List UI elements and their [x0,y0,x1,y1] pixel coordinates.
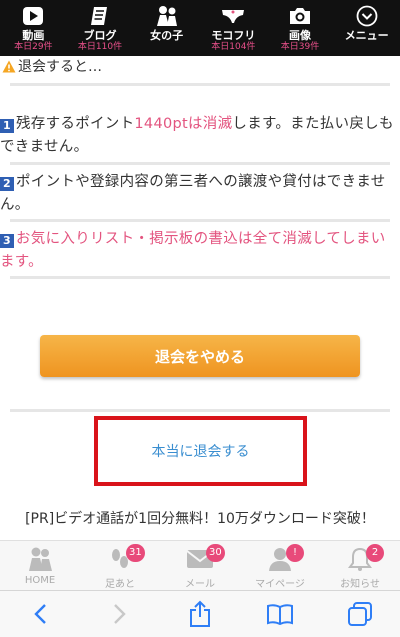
cancel-withdrawal-button[interactable]: 退会をやめる [40,335,360,377]
nav-item-menu[interactable]: メニュー [333,0,400,56]
tab-home[interactable]: HOME [0,541,80,590]
divider [10,219,390,222]
nav-item-video[interactable]: 動画 本日29件 [0,0,67,56]
mail-count-badge: 30 [206,544,225,562]
nav-label: 女の子 [150,29,184,42]
footprint-count-badge: 31 [126,544,145,562]
nav-label: 動画 [22,29,45,42]
notice-item-2: 2 ポイントや登録内容の第三者への譲渡や貸付はできません。 [0,171,400,217]
confirm-withdrawal-link[interactable]: 本当に退会する [152,441,250,461]
points-lost-highlight: 1440ptは消滅 [134,116,233,132]
notification-count-badge: 2 [366,544,384,562]
notice-item-3: 3 お気に入りリスト・掲示板の書込は全て消滅してしまいます。 [0,228,400,274]
number-badge: 1 [0,119,14,133]
tab-mypage[interactable]: ! マイページ [240,541,320,590]
pr-banner-text[interactable]: [PR]ビデオ通話が1回分無料！10万ダウンロード突破！ [0,508,400,530]
share-icon[interactable] [185,599,215,629]
nav-item-images[interactable]: 画像 本日39件 [267,0,334,56]
number-badge: 3 [0,234,14,248]
bookmarks-icon[interactable] [265,599,295,629]
play-icon [21,4,45,28]
underwear-icon [221,4,245,28]
nav-count: 本日104件 [211,42,256,52]
notice-item-text: 残存するポイント [16,116,135,132]
girls-icon [155,4,179,28]
notice-heading-text: 退会すると… [18,59,102,75]
notice-item-text: ポイントや登録内容の第三者への譲渡や貸付はできません。 [0,174,386,213]
warning-icon [2,60,16,72]
tab-label: メール [185,579,215,590]
nav-label: ブログ [83,29,117,42]
notice-item-1: 1 残存するポイント1440ptは消滅します。また払い戻しもできません。 [0,113,400,159]
nav-label: 画像 [289,29,312,42]
notice-item-text: お気に入りリスト・掲示板の書込は全て消滅してしまいます。 [0,231,386,270]
tab-label: HOME [24,575,56,586]
nav-count: 本日29件 [14,42,53,52]
nav-item-girls[interactable]: 女の子 [133,0,200,56]
camera-icon [288,4,312,28]
tab-footprints[interactable]: 31 足あと [80,541,160,590]
tabs-icon[interactable] [345,599,375,629]
notebook-icon [88,4,112,28]
home-icon [26,545,54,573]
divider [10,409,390,412]
browser-toolbar [0,590,400,637]
tab-label: 足あと [105,579,135,590]
divider [10,276,390,279]
confirm-withdrawal-highlight: 本当に退会する [94,416,307,486]
nav-count: 本日39件 [280,42,320,52]
chevron-circle-icon [355,4,379,28]
tab-notifications[interactable]: 2 お知らせ [320,541,400,590]
tab-label: お知らせ [340,579,380,590]
tab-label: マイページ [255,579,305,590]
top-nav: 動画 本日29件 ブログ 本日110件 女の子 モコフリ 本日104件 画像 本… [0,0,400,56]
withdrawal-content: 退会すると… 1 残存するポイント1440ptは消滅します。また払い戻しもできませ… [0,56,400,540]
nav-label: モコフリ [211,29,256,42]
tab-mail[interactable]: 30 メール [160,541,240,590]
nav-item-mokofuri[interactable]: モコフリ 本日104件 [200,0,267,56]
mypage-alert-badge: ! [286,544,304,562]
nav-count: 本日110件 [77,42,123,52]
nav-item-blog[interactable]: ブログ 本日110件 [67,0,134,56]
nav-label: メニュー [344,29,389,42]
divider [10,162,390,165]
forward-icon[interactable] [105,599,135,629]
notice-heading: 退会すると… [2,56,102,76]
divider [10,83,390,86]
bottom-tab-bar: HOME 31 足あと 30 メール ! マイページ 2 お知らせ [0,540,400,590]
back-icon[interactable] [25,599,55,629]
number-badge: 2 [0,177,14,191]
